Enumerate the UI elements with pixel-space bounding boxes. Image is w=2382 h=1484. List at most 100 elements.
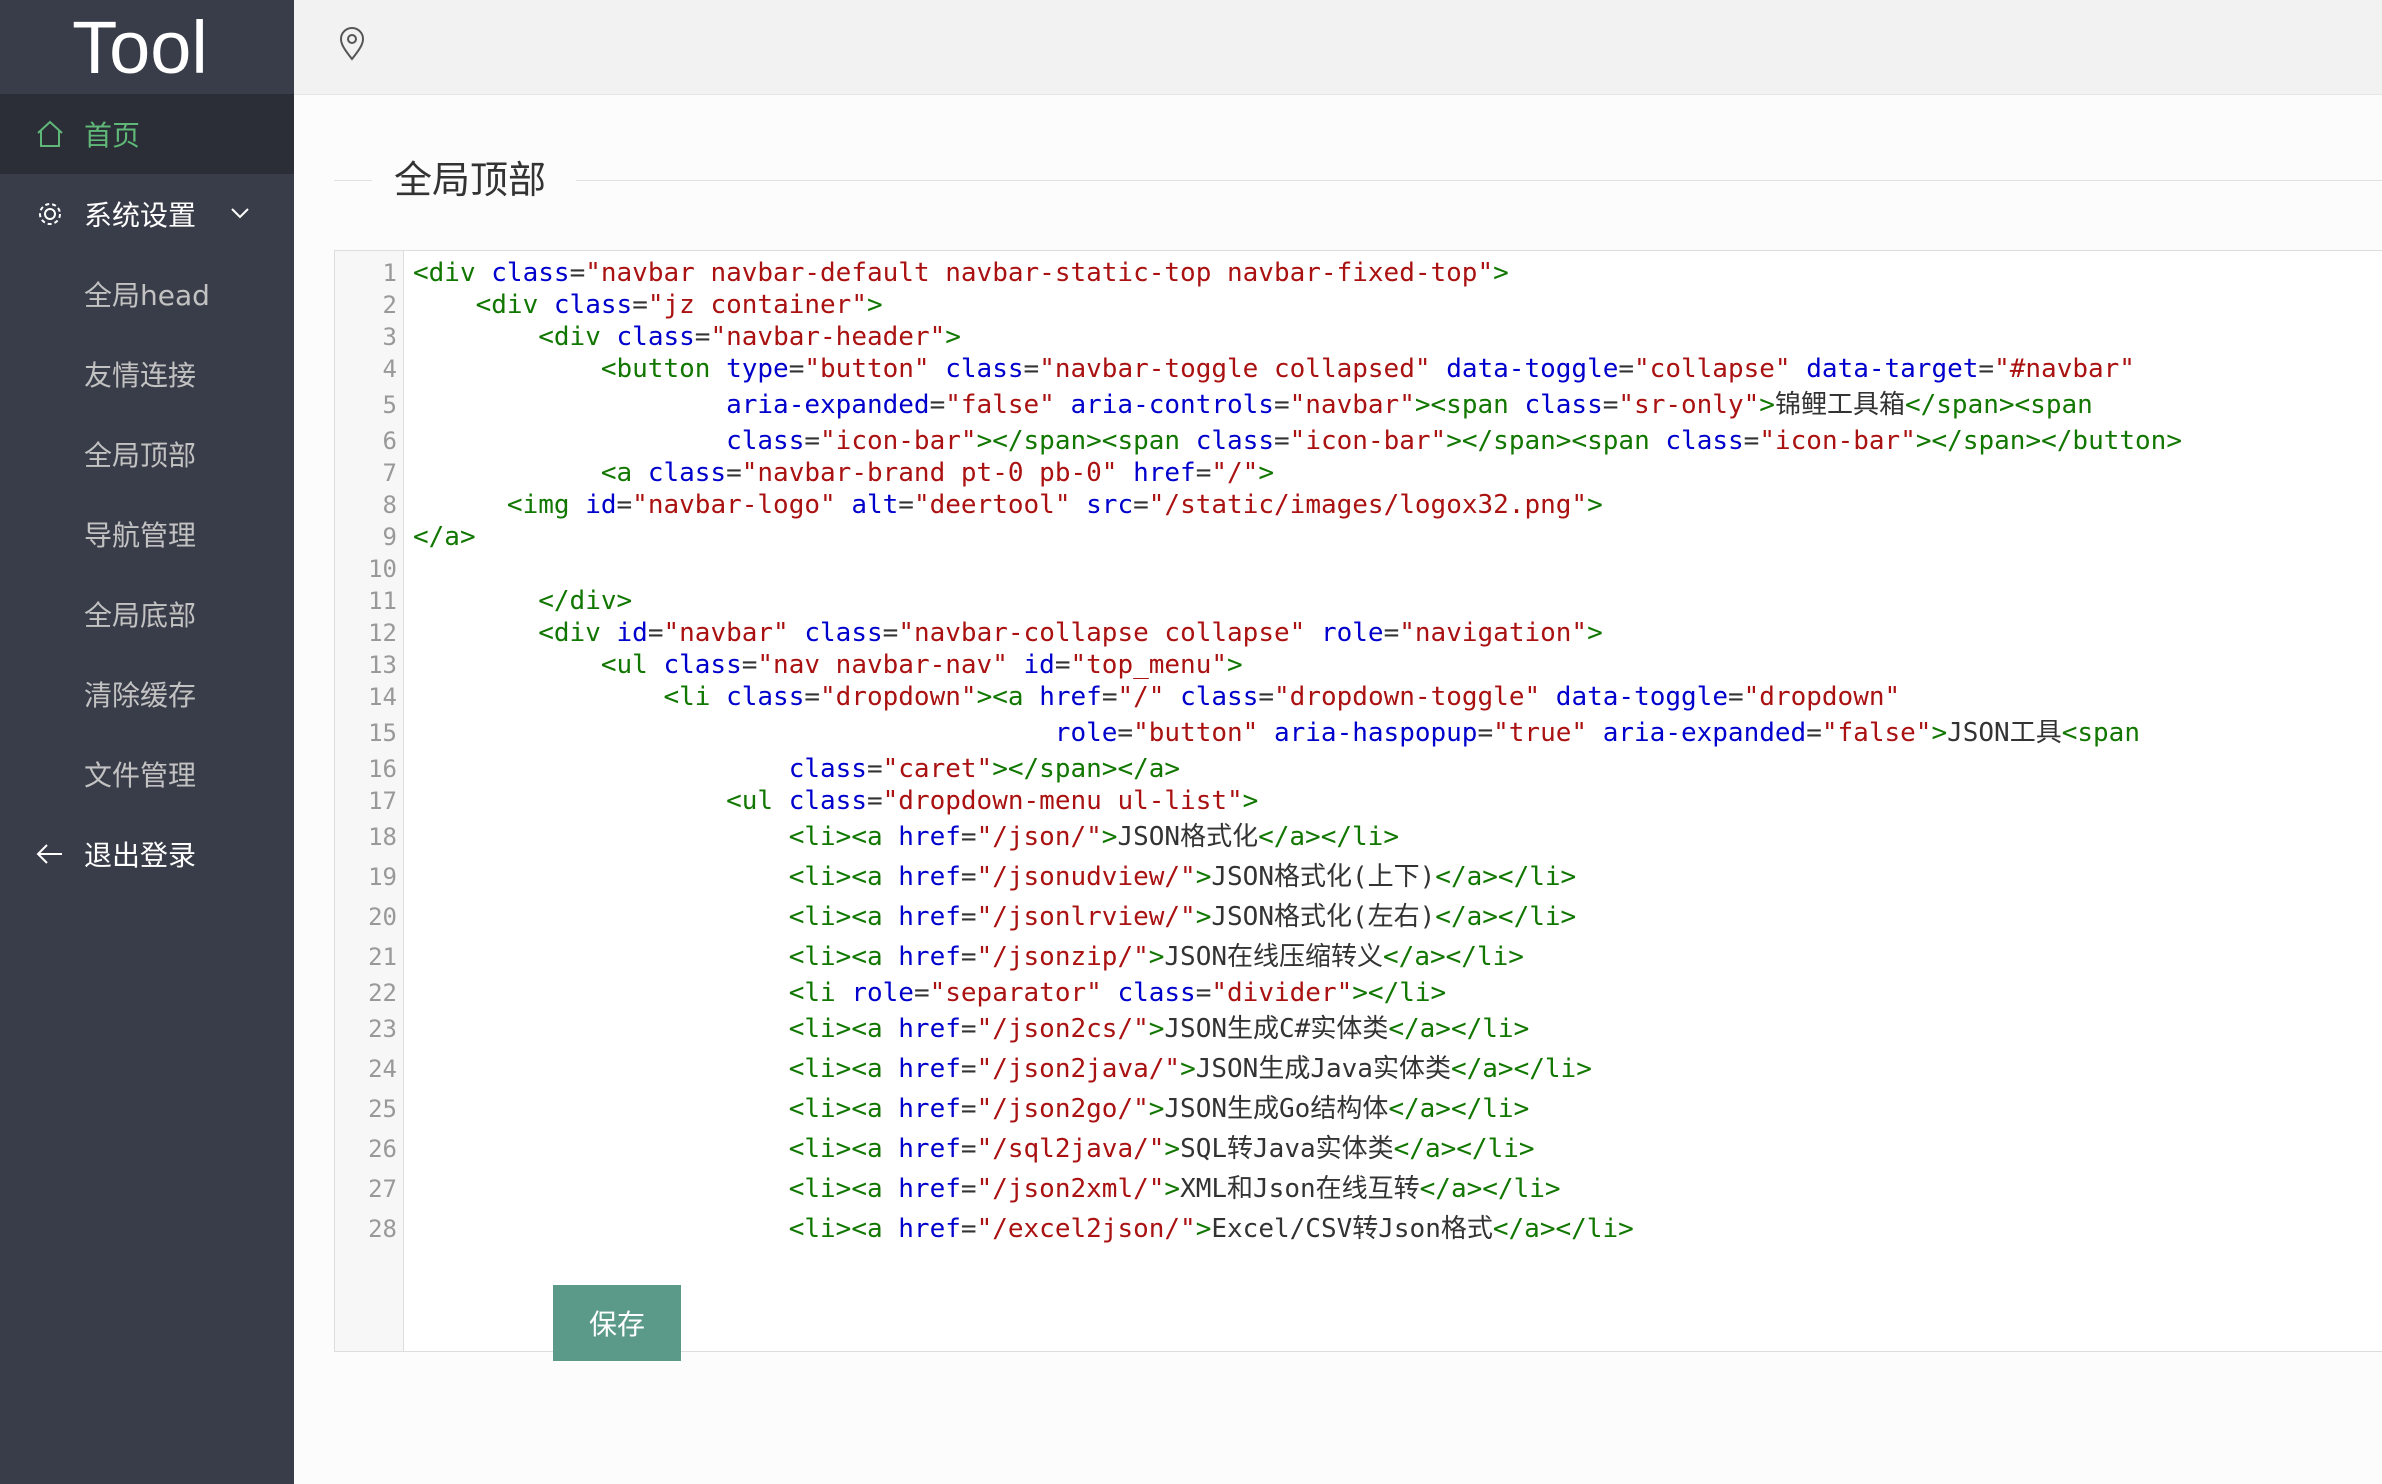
line-number: 24 xyxy=(368,1055,397,1083)
code-text: </a> xyxy=(413,522,476,552)
chevron-down-icon xyxy=(227,200,253,226)
divider xyxy=(334,180,372,181)
sidebar-item-label: 系统设置 xyxy=(84,199,197,232)
code-line: 24 <li><a href="/json2java/">JSON生成Java实… xyxy=(335,1049,2382,1089)
line-number: 21 xyxy=(368,943,397,971)
code-line: 16 class="caret"></span></a> xyxy=(335,753,2382,785)
code-line: 19 <li><a href="/jsonudview/">JSON格式化(上下… xyxy=(335,857,2382,897)
code-text: <ul class="nav navbar-nav" id="top_menu"… xyxy=(600,650,1243,680)
sidebar-item-logout[interactable]: 退出登录 xyxy=(0,814,294,894)
code-line: 13 <ul class="nav navbar-nav" id="top_me… xyxy=(335,649,2382,681)
code-text: <button type="button" class="navbar-togg… xyxy=(600,354,2135,384)
code-text: <li><a href="/json2go/">JSON生成Go结构体</a><… xyxy=(788,1094,1530,1124)
code-line: 4 <button type="button" class="navbar-to… xyxy=(335,353,2382,385)
code-line: 12 <div id="navbar" class="navbar-collap… xyxy=(335,617,2382,649)
line-number: 16 xyxy=(368,755,397,783)
code-text: <li><a href="/excel2json/">Excel/CSV转Jso… xyxy=(788,1214,1634,1244)
line-number: 1 xyxy=(382,259,397,287)
code-line: 3 <div class="navbar-header"> xyxy=(335,321,2382,353)
divider xyxy=(576,180,2382,181)
code-text: <li><a href="/jsonlrview/">JSON格式化(左右)</… xyxy=(788,902,1577,932)
sidebar-item-label: 退出登录 xyxy=(84,839,197,872)
code-line: 28 <li><a href="/excel2json/">Excel/CSV转… xyxy=(335,1209,2382,1249)
code-line: 27 <li><a href="/json2xml/">XML和Json在线互转… xyxy=(335,1169,2382,1209)
sidebar-item-clear-cache[interactable]: 清除缓存 xyxy=(0,654,294,734)
sidebar-item-file-manage[interactable]: 文件管理 xyxy=(0,734,294,814)
code-line: 7 <a class="navbar-brand pt-0 pb-0" href… xyxy=(335,457,2382,489)
line-number: 20 xyxy=(368,903,397,931)
sidebar-item-home[interactable]: 首页 xyxy=(0,94,294,174)
line-number: 4 xyxy=(382,355,397,383)
arrow-left-icon xyxy=(35,839,65,869)
top-bar xyxy=(294,0,2382,95)
line-number: 28 xyxy=(368,1215,397,1243)
code-line: 20 <li><a href="/jsonlrview/">JSON格式化(左右… xyxy=(335,897,2382,937)
code-text: class="icon-bar"></span><span class="ico… xyxy=(726,426,2182,456)
line-number: 25 xyxy=(368,1095,397,1123)
code-text: <li><a href="/jsonzip/">JSON在线压缩转义</a></… xyxy=(788,942,1524,972)
page-title: 全局顶部 xyxy=(394,158,547,202)
line-number: 6 xyxy=(382,427,397,455)
line-number: 17 xyxy=(368,787,397,815)
code-line: 10 xyxy=(335,553,2382,585)
line-number: 26 xyxy=(368,1135,397,1163)
code-editor[interactable]: 1 <div class="navbar navbar-default navba… xyxy=(334,250,2382,1352)
line-number: 11 xyxy=(368,587,397,615)
line-number: 27 xyxy=(368,1175,397,1203)
code-text: <li><a href="/json/">JSON格式化</a></li> xyxy=(788,822,1399,852)
sidebar-item-settings[interactable]: 系统设置 xyxy=(0,174,294,254)
sidebar-item-global-head[interactable]: 全局head xyxy=(0,254,294,334)
sidebar-item-global-top[interactable]: 全局顶部 xyxy=(0,414,294,494)
code-text: <li><a href="/json2cs/">JSON生成C#实体类</a><… xyxy=(788,1014,1530,1044)
code-line: 25 <li><a href="/json2go/">JSON生成Go结构体</… xyxy=(335,1089,2382,1129)
brand-logo: Tool xyxy=(72,5,208,89)
line-number: 2 xyxy=(382,291,397,319)
code-text: class="caret"></span></a> xyxy=(788,754,1181,784)
code-text: <li><a href="/jsonudview/">JSON格式化(上下)</… xyxy=(788,862,1577,892)
location-pin-icon[interactable] xyxy=(334,26,370,62)
line-number: 14 xyxy=(368,683,397,711)
line-number: 15 xyxy=(368,719,397,747)
code-line: 17 <ul class="dropdown-menu ul-list"> xyxy=(335,785,2382,817)
code-line: 21 <li><a href="/jsonzip/">JSON在线压缩转义</a… xyxy=(335,937,2382,977)
code-line: 5 aria-expanded="false" aria-controls="n… xyxy=(335,385,2382,425)
main-content: 全局顶部 1 <div class="navbar navbar-default … xyxy=(294,95,2382,1484)
line-number: 5 xyxy=(382,391,397,419)
code-line: 26 <li><a href="/sql2java/">SQL转Java实体类<… xyxy=(335,1129,2382,1169)
code-line: 23 <li><a href="/json2cs/">JSON生成C#实体类</… xyxy=(335,1009,2382,1049)
line-number: 8 xyxy=(382,491,397,519)
code-line: 15 role="button" aria-haspopup="true" ar… xyxy=(335,713,2382,753)
save-button[interactable]: 保存 xyxy=(553,1285,681,1361)
sidebar-item-label: 首页 xyxy=(84,119,141,152)
code-line: 6 class="icon-bar"></span><span class="i… xyxy=(335,425,2382,457)
sidebar-item-nav-manage[interactable]: 导航管理 xyxy=(0,494,294,574)
home-icon xyxy=(35,119,65,149)
code-text: role="button" aria-haspopup="true" aria-… xyxy=(1054,718,2140,748)
code-text: <img id="navbar-logo" alt="deertool" src… xyxy=(506,490,1603,520)
code-text: <li><a href="/json2java/">JSON生成Java实体类<… xyxy=(788,1054,1592,1084)
line-number: 18 xyxy=(368,823,397,851)
code-line: 22 <li role="separator" class="divider">… xyxy=(335,977,2382,1009)
code-line: 1 <div class="navbar navbar-default navba… xyxy=(335,257,2382,289)
code-text: <li><a href="/sql2java/">SQL转Java实体类</a>… xyxy=(788,1134,1535,1164)
code-text: <ul class="dropdown-menu ul-list"> xyxy=(726,786,1259,816)
line-number: 19 xyxy=(368,863,397,891)
line-number: 7 xyxy=(382,459,397,487)
code-text: <div class="jz container"> xyxy=(475,290,883,320)
line-number: 13 xyxy=(368,651,397,679)
line-number: 9 xyxy=(382,523,397,551)
code-text: aria-expanded="false" aria-controls="nav… xyxy=(726,390,2093,420)
sidebar: Tool 首页 系统设置 全局head 友情连接 全局顶部 导航管理 全局底部 … xyxy=(0,0,294,1484)
line-number: 10 xyxy=(368,555,397,583)
code-text: <div class="navbar navbar-default navbar… xyxy=(413,258,1509,288)
line-number: 3 xyxy=(382,323,397,351)
code-text: </div> xyxy=(538,586,633,616)
sidebar-item-global-bottom[interactable]: 全局底部 xyxy=(0,574,294,654)
code-lines: 1 <div class="navbar navbar-default navba… xyxy=(335,257,2382,1249)
code-text: <li><a href="/json2xml/">XML和Json在线互转</a… xyxy=(788,1174,1561,1204)
code-line: 18 <li><a href="/json/">JSON格式化</a></li> xyxy=(335,817,2382,857)
code-text: <li class="dropdown"><a href="/" class="… xyxy=(663,682,1901,712)
code-text: <div id="navbar" class="navbar-collapse … xyxy=(538,618,1603,648)
line-number: 22 xyxy=(368,979,397,1007)
sidebar-item-links[interactable]: 友情连接 xyxy=(0,334,294,414)
